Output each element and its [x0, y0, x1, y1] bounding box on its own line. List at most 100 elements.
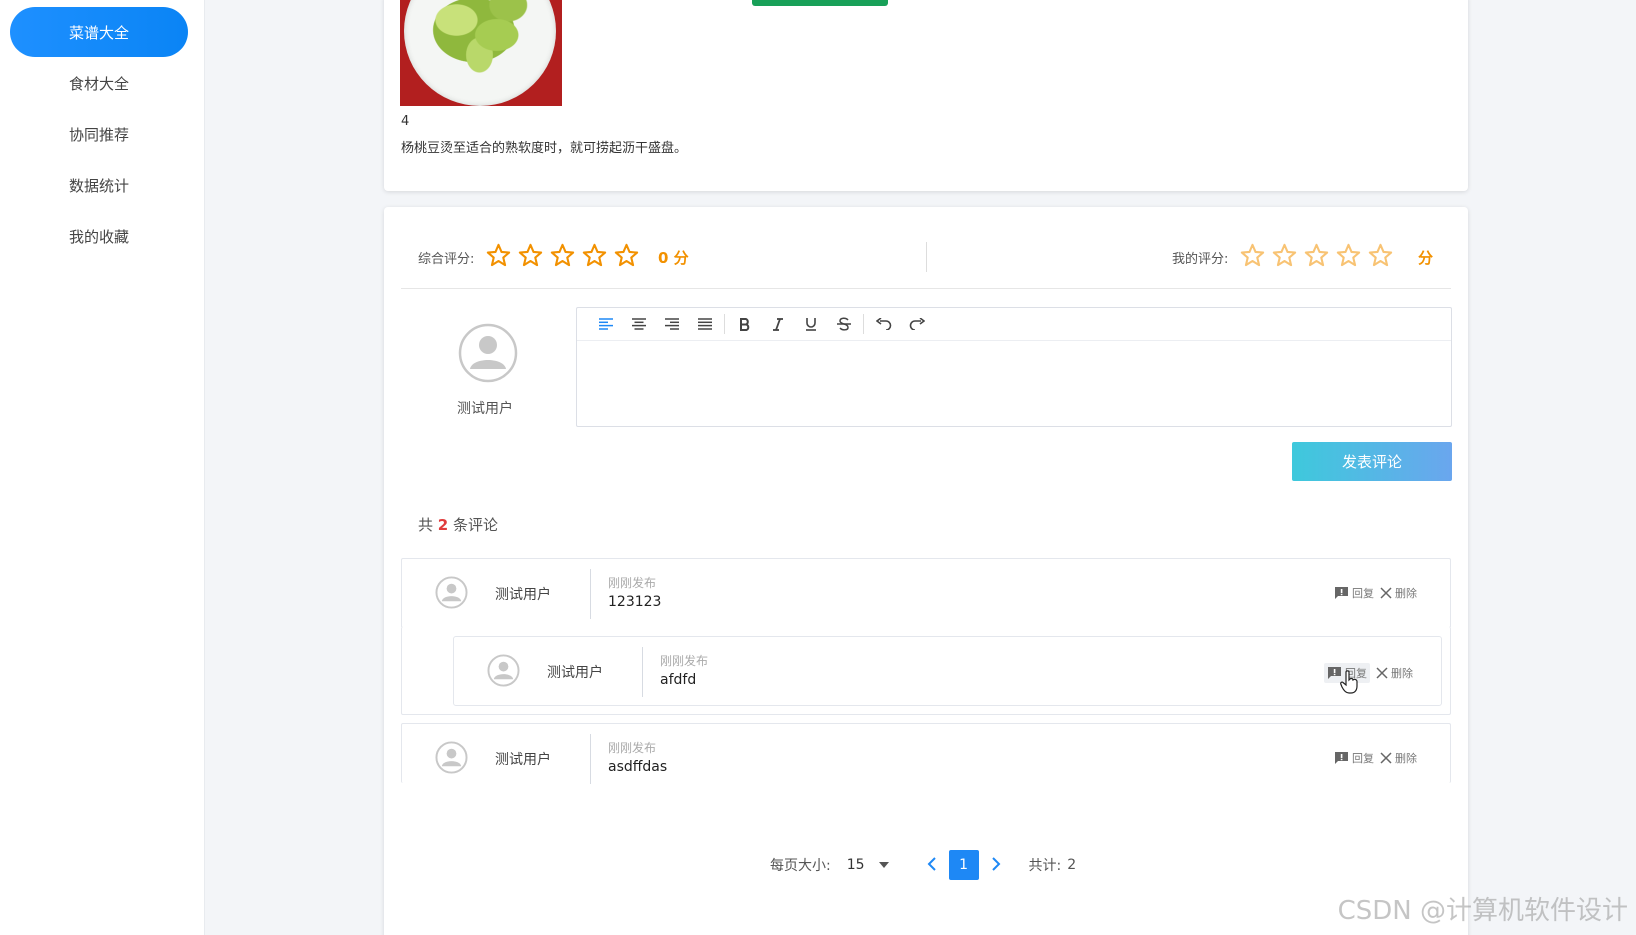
reply-button[interactable]: 回复: [1334, 750, 1374, 766]
overall-rating-stars: [486, 243, 639, 268]
comment-text: asdffdas: [608, 759, 668, 775]
align-right-icon[interactable]: [655, 308, 688, 341]
sidebar-item-recommend[interactable]: 协同推荐: [10, 109, 188, 159]
my-rating-star-icon[interactable]: [1304, 243, 1329, 268]
comment-divider: [590, 734, 591, 784]
comment-time: 刚刚发布: [608, 576, 657, 590]
reply-label: 回复: [1352, 587, 1374, 600]
comment-avatar-icon: [435, 576, 468, 609]
reply-label: 回复: [1352, 752, 1374, 765]
hand-cursor-icon: [1340, 670, 1358, 694]
close-icon: [1376, 667, 1388, 679]
reply-item: 测试用户 刚刚发布 afdfd 回复 删除: [453, 636, 1442, 706]
comment-avatar-icon: [435, 741, 468, 774]
page-number-button[interactable]: 1: [948, 850, 979, 880]
redo-icon[interactable]: [900, 308, 933, 341]
close-icon: [1380, 587, 1392, 599]
editor-content-area[interactable]: [577, 341, 1451, 426]
chevron-down-icon: [878, 862, 889, 868]
delete-label: 删除: [1395, 587, 1417, 600]
overall-rating-score: 0 分: [658, 249, 689, 267]
reply-icon: [1335, 752, 1348, 764]
overall-rating-label: 综合评分:: [418, 252, 475, 267]
comment-item: 测试用户 刚刚发布 asdffdas 回复 删除: [401, 723, 1451, 784]
comment-divider: [590, 569, 591, 619]
pagination: 每页大小: 15 1 共计: 2: [770, 850, 1076, 880]
comment-divider: [642, 647, 643, 697]
comment-user: 测试用户: [547, 665, 603, 681]
comment-count-prefix: 共: [418, 516, 434, 534]
rating-divider: [926, 242, 927, 272]
step-number: 4: [401, 114, 410, 129]
delete-label: 删除: [1391, 667, 1413, 680]
sidebar-item-statistics[interactable]: 数据统计: [10, 160, 188, 210]
comment-actions: 回复 删除: [1324, 663, 1413, 683]
my-rating-star-icon[interactable]: [1240, 243, 1265, 268]
comment-time: 刚刚发布: [608, 741, 657, 755]
overall-rating-star-icon: [518, 243, 543, 267]
page-size-value: 15: [846, 857, 865, 873]
prev-page-button[interactable]: [917, 855, 947, 876]
delete-button[interactable]: 删除: [1376, 665, 1413, 681]
bold-icon[interactable]: [728, 308, 761, 341]
undo-icon[interactable]: [867, 308, 900, 341]
align-center-icon[interactable]: [622, 308, 655, 341]
chevron-left-icon: [927, 856, 936, 871]
comment-text: 123123: [608, 594, 662, 610]
my-rating-label: 我的评分:: [1172, 252, 1229, 267]
sidebar-item-ingredients[interactable]: 食材大全: [10, 58, 188, 108]
comment-time: 刚刚发布: [660, 654, 709, 668]
close-icon: [1380, 752, 1392, 764]
current-user-name: 测试用户: [457, 401, 513, 417]
next-page-button[interactable]: [981, 855, 1011, 876]
comment-item: 测试用户 刚刚发布 123123 回复 删除: [401, 558, 1451, 628]
align-justify-icon[interactable]: [688, 308, 721, 341]
toolbar-separator: [724, 314, 725, 334]
sidebar-item-favorites[interactable]: 我的收藏: [10, 211, 188, 261]
delete-label: 删除: [1395, 752, 1417, 765]
reply-button[interactable]: 回复: [1334, 585, 1374, 601]
comment-count: 共 2 条评论: [418, 514, 498, 535]
toolbar-separator: [863, 314, 864, 334]
total-value: 2: [1067, 857, 1077, 873]
overall-rating-star-icon: [582, 243, 607, 267]
italic-icon[interactable]: [761, 308, 794, 341]
comment-user: 测试用户: [495, 752, 551, 768]
total-label: 共计:: [1028, 858, 1062, 874]
comment-avatar-icon: [487, 654, 520, 687]
align-left-icon[interactable]: [589, 308, 622, 341]
watermark: CSDN @计算机软件设计: [1337, 896, 1628, 926]
comment-actions: 回复 删除: [1334, 585, 1417, 601]
chevron-right-icon: [991, 856, 1000, 871]
underline-icon[interactable]: [794, 308, 827, 341]
strikethrough-icon[interactable]: [827, 308, 860, 341]
delete-button[interactable]: 删除: [1380, 585, 1417, 601]
page-size-select[interactable]: 15: [847, 857, 889, 873]
sidebar-item-recipes[interactable]: 菜谱大全: [10, 7, 188, 57]
my-rating-score: 分: [1418, 249, 1434, 267]
my-rating-star-icon[interactable]: [1336, 243, 1361, 268]
overall-rating-star-icon: [486, 243, 511, 267]
delete-button[interactable]: 删除: [1380, 750, 1417, 766]
user-avatar-icon: [458, 323, 518, 383]
overall-rating-star-icon: [614, 243, 639, 267]
comment-count-suffix: 条评论: [453, 516, 499, 534]
my-rating-stars[interactable]: [1240, 243, 1393, 268]
overall-rating-star-icon: [550, 243, 575, 267]
submit-comment-button[interactable]: 发表评论: [1292, 442, 1452, 481]
my-rating-star-icon[interactable]: [1272, 243, 1297, 268]
comment-actions: 回复 删除: [1334, 750, 1417, 766]
comment-user: 测试用户: [495, 587, 551, 603]
step-description: 杨桃豆烫至适合的熟软度时，就可捞起沥干盛盘。: [401, 141, 688, 156]
section-divider: [401, 288, 1451, 289]
sidebar: 菜谱大全 食材大全 协同推荐 数据统计 我的收藏: [0, 0, 205, 935]
my-rating-star-icon[interactable]: [1368, 243, 1393, 268]
step-image: [400, 0, 562, 106]
comment-editor[interactable]: [576, 307, 1452, 427]
page-size-label: 每页大小:: [770, 858, 831, 874]
reply-icon: [1335, 587, 1348, 599]
active-tab-indicator: [752, 0, 888, 6]
editor-toolbar: [577, 308, 1451, 341]
comment-count-number: 2: [437, 516, 449, 534]
comment-text: afdfd: [660, 672, 697, 688]
